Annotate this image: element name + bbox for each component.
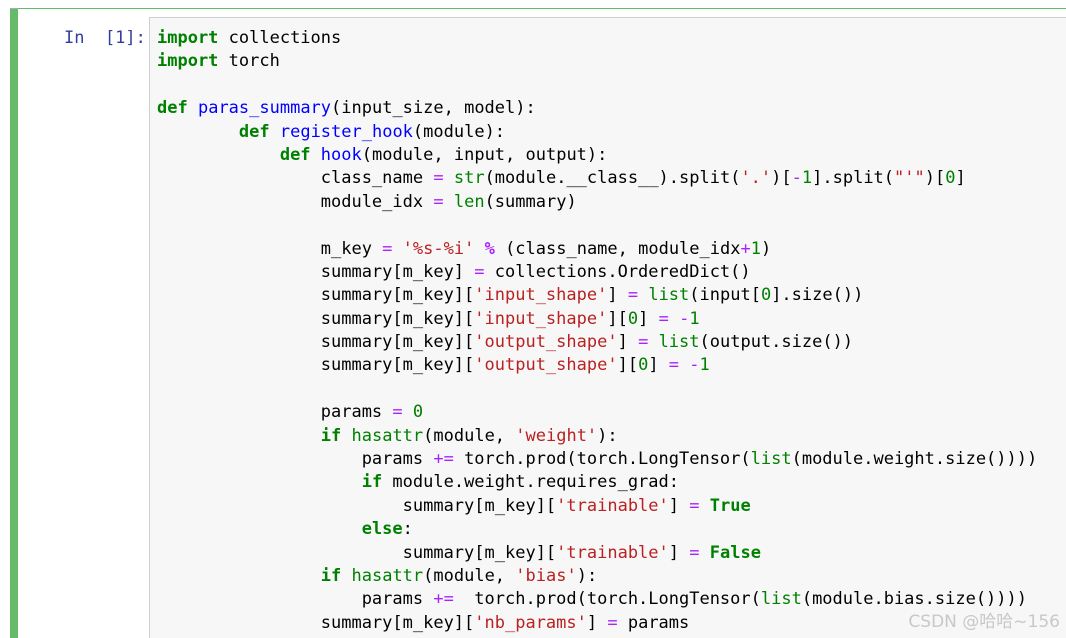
code-line: def hook(module, input, output): (279, 144, 608, 165)
code-line: summary[m_key] = collections.OrderedDict… (157, 261, 751, 282)
code-line: params += torch.prod(torch.LongTensor(li… (157, 589, 1027, 610)
cell-top-border (18, 8, 1066, 9)
code-line: summary[m_key]['output_shape'] = list(ou… (157, 332, 854, 353)
code-line: summary[m_key]['nb_params'] = params (157, 612, 690, 633)
code-line: if hasattr(module, 'weight'): (320, 425, 618, 446)
code-line: module_idx = len(summary) (157, 191, 577, 212)
code-line: if module.weight.requires_grad: (361, 472, 679, 493)
code-cell[interactable]: In [1]: import collectionsimport torch​d… (10, 8, 1066, 638)
watermark: CSDN @哈哈~156 (908, 612, 1060, 632)
input-prompt: In [1]: (64, 28, 146, 48)
code-line: summary[m_key]['output_shape'][0] = -1 (157, 355, 710, 376)
code-line: class_name = str(module.__class__).split… (157, 168, 966, 189)
code-line: def register_hook(module): (238, 121, 506, 142)
code-line: m_key = '%s-%i' % (class_name, module_id… (157, 238, 772, 259)
code-line: ​ (157, 378, 1037, 401)
code-line: params += torch.prod(torch.LongTensor(li… (157, 449, 1038, 470)
notebook-page: In [1]: import collectionsimport torch​d… (0, 0, 1066, 638)
code-line: else: (361, 519, 413, 540)
code-line: import torch (157, 51, 280, 72)
cell-selection-bar (10, 9, 18, 638)
code-line: summary[m_key]['trainable'] = False (157, 542, 761, 563)
code-line: ​ (157, 74, 1037, 97)
code-line: import collections (157, 28, 342, 48)
code-line: summary[m_key]['input_shape'] = list(inp… (157, 285, 864, 306)
code-block[interactable]: import collectionsimport torch​def paras… (157, 27, 1037, 635)
code-line: def paras_summary(input_size, model): (157, 98, 536, 119)
code-line: params = 0 (157, 402, 424, 423)
code-editor[interactable]: import collectionsimport torch​def paras… (149, 17, 1066, 638)
code-line: if hasattr(module, 'bias'): (320, 565, 598, 586)
code-line: summary[m_key]['input_shape'][0] = -1 (157, 308, 700, 329)
code-line: summary[m_key]['trainable'] = True (157, 495, 751, 516)
code-line: ​ (157, 214, 1037, 237)
